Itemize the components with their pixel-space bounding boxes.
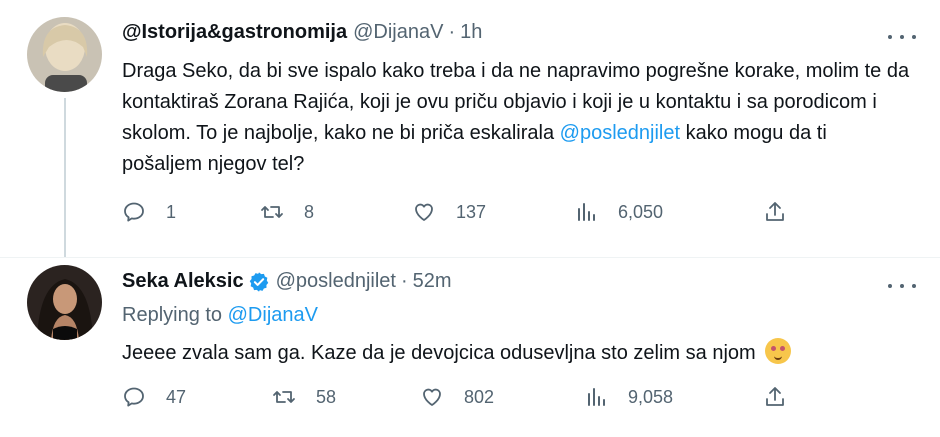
handle[interactable]: @DijanaV (353, 21, 443, 44)
replying-to: Replying to @DijanaV (122, 304, 318, 327)
replying-to-label: Replying to (122, 304, 228, 326)
views-icon (578, 203, 595, 221)
display-name[interactable]: Seka Aleksic (122, 270, 244, 293)
more-icon[interactable] (888, 276, 916, 296)
like-count: 137 (456, 201, 487, 222)
repost-icon (261, 206, 283, 218)
like-count: 802 (464, 386, 495, 407)
separator: · (448, 21, 456, 43)
reply-button[interactable]: 47 (122, 385, 186, 409)
avatar[interactable] (27, 17, 102, 92)
tweet[interactable]: @Istorija&gastronomija @DijanaV · 1h Dra… (0, 0, 940, 258)
mention-link[interactable]: @poslednjilet (560, 122, 680, 144)
timestamp[interactable]: 1h (460, 21, 482, 44)
tweet-text: Jeeee zvala sam ga. Kaze da je devojcica… (122, 338, 912, 369)
views-count: 6,050 (618, 201, 664, 222)
smiling-face-with-heart-eyes-emoji-icon (765, 338, 792, 364)
thread-line (64, 98, 66, 258)
replying-to-handle[interactable]: @DijanaV (228, 304, 318, 326)
repost-button[interactable]: 8 (260, 200, 314, 224)
tweet[interactable]: Seka Aleksic @poslednjilet · 52m Replyin… (0, 258, 940, 437)
action-bar: 1 8 137 6,050 (122, 200, 912, 230)
separator: · (400, 270, 408, 292)
timestamp[interactable]: 52m (413, 270, 452, 293)
repost-button[interactable]: 58 (272, 385, 336, 409)
reply-count: 47 (166, 386, 187, 407)
tweet-header: Seka Aleksic @poslednjilet · 52m (122, 270, 452, 293)
views-count: 9,058 (628, 386, 674, 407)
display-name[interactable]: @Istorija&gastronomija (122, 21, 347, 44)
reply-button[interactable]: 1 (122, 200, 176, 224)
more-icon[interactable] (888, 27, 916, 47)
share-button[interactable] (763, 385, 787, 409)
reply-icon (124, 387, 144, 407)
tweet-text-part: Jeeee zvala sam ga. Kaze da je devojcica… (122, 342, 762, 364)
share-icon (766, 387, 784, 406)
like-button[interactable]: 137 (412, 200, 486, 224)
like-icon (423, 388, 441, 406)
action-bar: 47 58 802 9,058 (122, 385, 912, 415)
tweet-text: Draga Seko, da bi sve ispalo kako treba … (122, 56, 912, 180)
reply-count: 1 (166, 201, 177, 222)
repost-count: 58 (316, 386, 337, 407)
like-icon (415, 203, 433, 221)
share-icon (766, 202, 784, 221)
avatar[interactable] (27, 265, 102, 340)
repost-count: 8 (304, 201, 315, 222)
repost-icon (273, 391, 295, 403)
views-button[interactable]: 6,050 (574, 200, 663, 224)
like-button[interactable]: 802 (420, 385, 494, 409)
tweet-header: @Istorija&gastronomija @DijanaV · 1h (122, 21, 482, 44)
views-button[interactable]: 9,058 (584, 385, 673, 409)
views-icon (588, 388, 605, 406)
handle[interactable]: @poslednjilet (276, 270, 396, 293)
reply-icon (124, 202, 144, 222)
share-button[interactable] (763, 200, 787, 224)
verified-badge-icon (249, 271, 268, 292)
